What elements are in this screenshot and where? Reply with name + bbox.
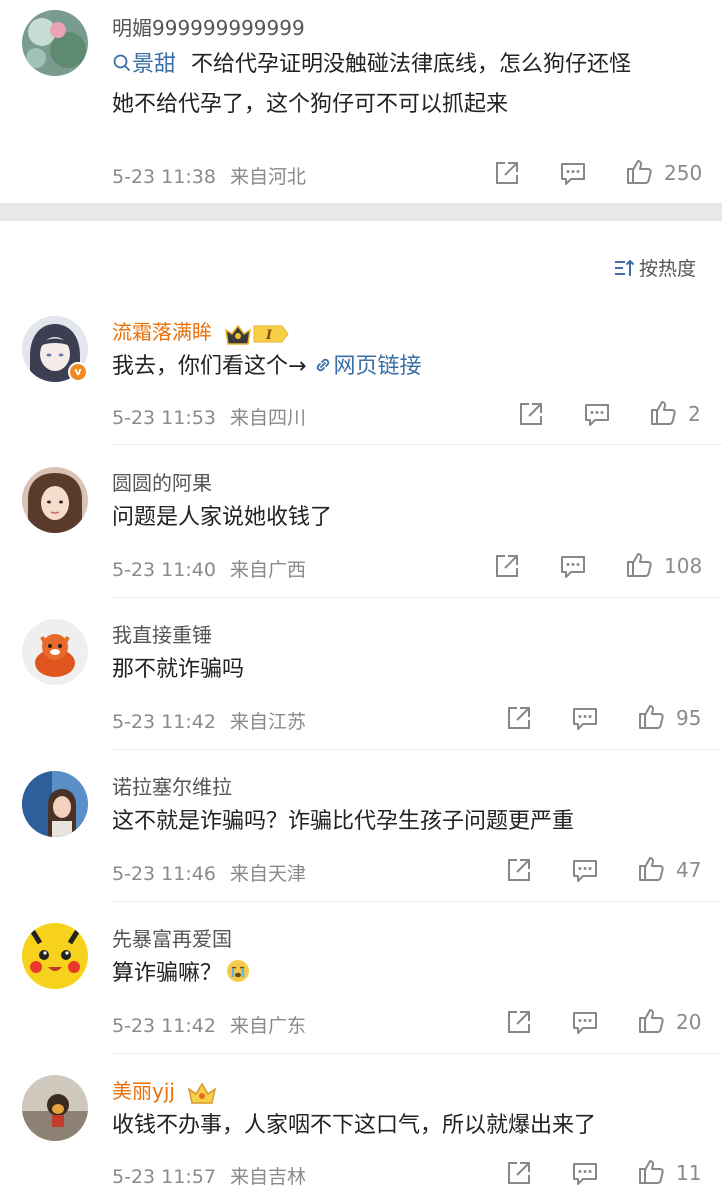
- section-divider: [0, 203, 722, 221]
- share-icon[interactable]: [492, 158, 522, 188]
- verified-icon: v: [68, 362, 88, 382]
- like-icon[interactable]: [636, 853, 666, 883]
- comment-item: 美丽yjj 收钱不办事，人家咽不下这口气，所以就爆出来了 5-23 11:57 …: [0, 1054, 722, 1200]
- username[interactable]: 圆圆的阿果: [112, 467, 212, 496]
- comment-time: 5-23 11:57: [112, 1166, 216, 1188]
- comment-icon[interactable]: [570, 1158, 600, 1188]
- link-icon: [317, 358, 330, 372]
- comment-icon[interactable]: [582, 399, 612, 429]
- comment-item: 我直接重锤 那不就诈骗吗 5-23 11:42 来自江苏 95: [0, 598, 722, 750]
- like-count: 47: [676, 858, 702, 882]
- comment-time: 5-23 11:53: [112, 407, 216, 429]
- like-count: 250: [664, 161, 703, 185]
- like-count: 108: [664, 554, 703, 578]
- comment-text: 收钱不办事，人家咽不下这口气，所以就爆出来了: [112, 1113, 597, 1138]
- like-icon[interactable]: [636, 1156, 666, 1186]
- comment-text: 那不就诈骗吗: [112, 657, 245, 682]
- share-icon[interactable]: [504, 1007, 534, 1037]
- comment-icon[interactable]: [558, 158, 588, 188]
- like-icon[interactable]: [636, 701, 666, 731]
- mention-label: 景甜: [132, 52, 177, 77]
- avatar[interactable]: [22, 467, 88, 533]
- comment-icon[interactable]: [558, 551, 588, 581]
- username[interactable]: 美丽yjj: [112, 1075, 217, 1105]
- vip-level: I: [265, 328, 273, 343]
- avatar[interactable]: [22, 923, 88, 989]
- share-icon[interactable]: [492, 551, 522, 581]
- comment-time: 5-23 11:42: [112, 1015, 216, 1037]
- crown-icon: I: [225, 324, 289, 345]
- avatar[interactable]: [22, 619, 88, 685]
- sort-button[interactable]: 按热度: [613, 254, 696, 281]
- web-link[interactable]: 网页链接: [313, 354, 421, 379]
- crying-face-icon: [227, 960, 250, 982]
- comment-location: 来自江苏: [229, 711, 306, 733]
- comment-item: 诺拉塞尔维拉 这不就是诈骗吗？诈骗比代孕生孩子问题更严重 5-23 11:46 …: [0, 750, 722, 902]
- comment-item: 先暴富再爱国 算诈骗嘛？ 5-23 11:42 来自广东 20: [0, 902, 722, 1054]
- like-icon[interactable]: [624, 156, 654, 186]
- comment-text: 我去，你们看这个→ 网页链接: [112, 346, 421, 388]
- comment-text: 这不就是诈骗吗？诈骗比代孕生孩子问题更严重: [112, 809, 575, 834]
- comment-location: 来自天津: [229, 863, 306, 885]
- comment-text-line1: 景甜 不给代孕证明没触碰法律底线，怎么狗仔还怪: [112, 44, 631, 86]
- comment-icon[interactable]: [570, 1007, 600, 1037]
- comment-text: 问题是人家说她收钱了: [112, 505, 333, 530]
- like-count: 95: [676, 706, 702, 730]
- crown-icon: [188, 1082, 217, 1104]
- comment-meta: 5-23 11:46 来自天津: [112, 859, 306, 886]
- like-icon[interactable]: [636, 1005, 666, 1035]
- username[interactable]: 诺拉塞尔维拉: [112, 771, 232, 800]
- like-count: 11: [676, 1161, 702, 1185]
- username-label: 美丽yjj: [112, 1079, 175, 1103]
- comment-item: 圆圆的阿果 问题是人家说她收钱了 5-23 11:40 来自广西 108: [0, 445, 722, 598]
- avatar[interactable]: [22, 1075, 88, 1141]
- share-icon[interactable]: [504, 703, 534, 733]
- share-icon[interactable]: [504, 1158, 534, 1188]
- username-label: 流霜落满眸: [112, 320, 212, 344]
- username[interactable]: 流霜落满眸 I: [112, 316, 290, 346]
- comment-meta: 5-23 11:42 来自江苏: [112, 707, 306, 734]
- comment-body: 算诈骗嘛？: [112, 961, 223, 986]
- comment-time: 5-23 11:46: [112, 863, 216, 885]
- username[interactable]: 我直接重锤: [112, 619, 212, 648]
- comment-meta: 5-23 11:57 来自吉林: [112, 1162, 306, 1189]
- username[interactable]: 先暴富再爱国: [112, 923, 232, 952]
- comment-meta: 5-23 11:38 来自河北: [112, 162, 306, 189]
- search-icon: [113, 54, 131, 72]
- comment-body: 不给代孕证明没触碰法律底线，怎么狗仔还怪: [191, 52, 632, 77]
- comment-time: 5-23 11:40: [112, 559, 216, 581]
- sort-label: 按热度: [638, 258, 696, 280]
- like-count: 2: [688, 402, 701, 426]
- comment-body: 我去，你们看这个→: [112, 354, 307, 379]
- comment-icon[interactable]: [570, 703, 600, 733]
- like-icon[interactable]: [624, 549, 654, 579]
- mention-link[interactable]: 景甜: [112, 52, 183, 77]
- vip-badge[interactable]: I: [224, 322, 290, 346]
- comment-location: 来自河北: [229, 166, 306, 188]
- comment-meta: 5-23 11:40 来自广西: [112, 555, 306, 582]
- comment-location: 来自吉林: [229, 1166, 306, 1188]
- comment-location: 来自四川: [229, 407, 306, 429]
- share-icon[interactable]: [504, 855, 534, 885]
- link-label: 网页链接: [333, 354, 422, 379]
- avatar[interactable]: [22, 10, 88, 76]
- username[interactable]: 明媚999999999999: [112, 12, 305, 41]
- vip-badge[interactable]: [187, 1081, 217, 1105]
- comment-meta: 5-23 11:53 来自四川: [112, 403, 306, 430]
- comment-time: 5-23 11:42: [112, 711, 216, 733]
- avatar[interactable]: [22, 771, 88, 837]
- like-icon[interactable]: [648, 397, 678, 427]
- top-comment: 明媚999999999999 景甜 不给代孕证明没触碰法律底线，怎么狗仔还怪 她…: [0, 0, 722, 203]
- comment-time: 5-23 11:38: [112, 166, 216, 188]
- comment-icon[interactable]: [570, 855, 600, 885]
- sort-icon: [614, 259, 635, 276]
- like-count: 20: [676, 1010, 702, 1034]
- comment-text: 算诈骗嘛？: [112, 953, 250, 995]
- comment-location: 来自广西: [229, 559, 306, 581]
- share-icon[interactable]: [516, 399, 546, 429]
- comment-meta: 5-23 11:42 来自广东: [112, 1011, 306, 1038]
- comment-item: v 流霜落满眸 I 我去，你们看这个→ 网页链接 5-23 11:53 来自四川…: [0, 300, 722, 445]
- comment-location: 来自广东: [229, 1015, 306, 1037]
- comment-text-line2: 她不给代孕了，这个狗仔可不可以抓起来: [112, 92, 509, 117]
